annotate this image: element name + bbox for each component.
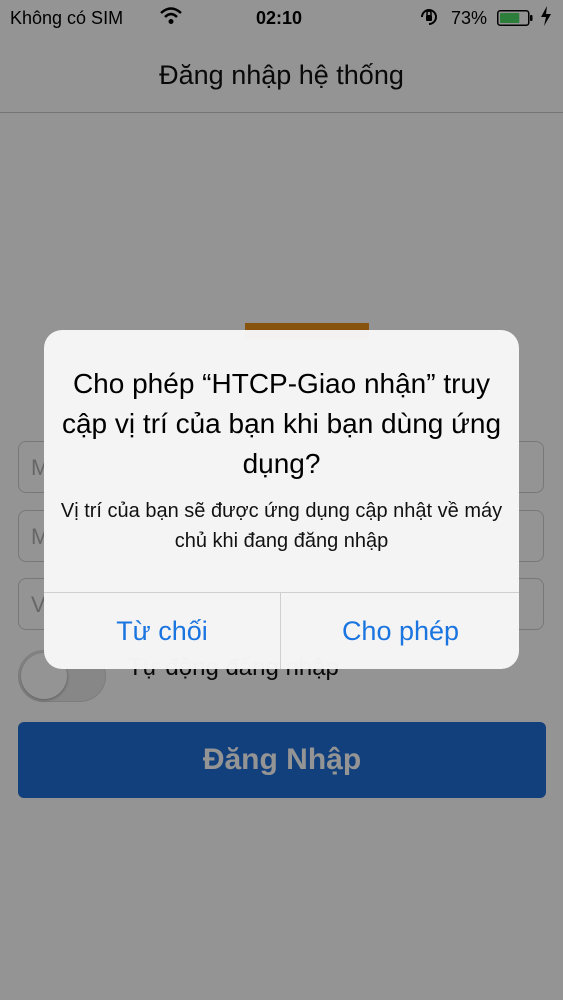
location-permission-alert: Cho phép “HTCP-Giao nhận” truy cập vị tr… bbox=[44, 330, 519, 669]
deny-button[interactable]: Từ chối bbox=[44, 593, 281, 669]
alert-actions: Từ chối Cho phép bbox=[44, 592, 519, 669]
alert-title: Cho phép “HTCP-Giao nhận” truy cập vị tr… bbox=[61, 368, 502, 479]
alert-message: Vị trí của bạn sẽ được ứng dụng cập nhật… bbox=[60, 500, 503, 552]
allow-button[interactable]: Cho phép bbox=[282, 593, 519, 669]
